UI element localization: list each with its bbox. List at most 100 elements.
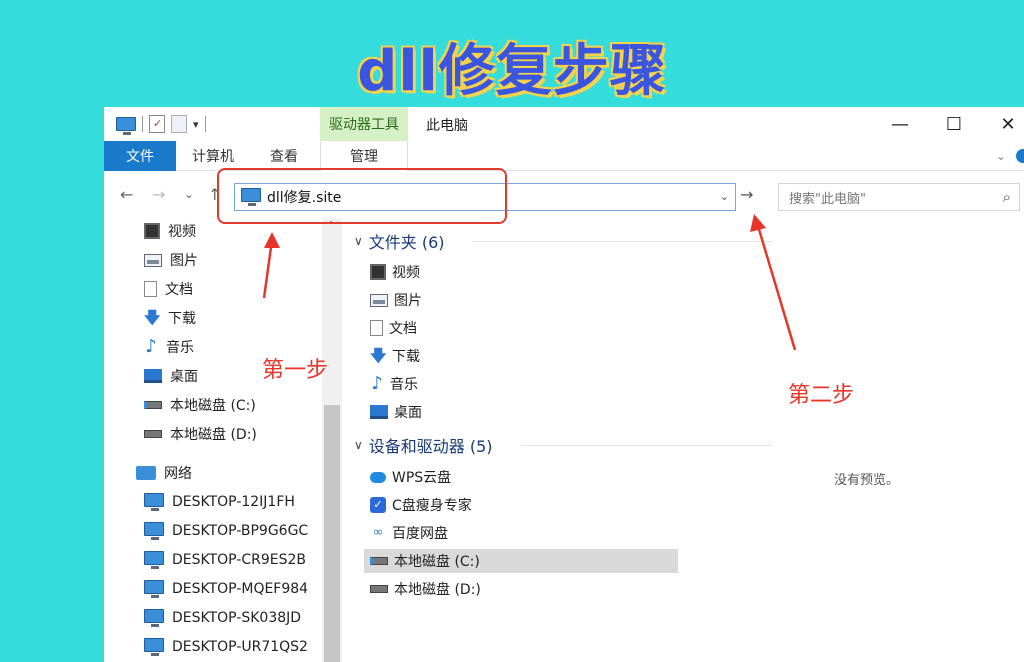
search-icon[interactable]: ⌕: [1003, 188, 1011, 206]
list-item-selected[interactable]: 本地磁盘 (C:): [364, 549, 678, 573]
sidebar-item-computer[interactable]: DESKTOP-UR71QS2: [144, 635, 308, 659]
group-header-label: 文件夹 (6): [368, 233, 445, 252]
properties-icon[interactable]: ✓: [149, 115, 165, 133]
tab-view[interactable]: 查看: [254, 141, 314, 171]
step1-label: 第一步: [262, 358, 329, 383]
item-label: WPS云盘: [392, 470, 452, 486]
tab-computer[interactable]: 计算机: [180, 141, 246, 171]
video-icon: [370, 264, 386, 280]
sidebar-item-music[interactable]: ♪ 音乐: [144, 335, 194, 359]
desktop-icon: [370, 405, 388, 419]
sidebar-item-computer[interactable]: DESKTOP-MQEF984: [144, 577, 308, 601]
go-button[interactable]: →: [740, 185, 753, 204]
title-bar: ✓ ▾ 驱动器工具 此电脑 — ☐ ✕: [104, 107, 1024, 141]
cloud-icon: [370, 471, 386, 483]
item-label: 桌面: [394, 405, 422, 421]
sidebar-item-label: 文档: [165, 282, 193, 298]
list-item[interactable]: 视频: [370, 260, 420, 284]
group-header-label: 设备和驱动器 (5): [368, 437, 493, 456]
pictures-icon: [144, 253, 162, 267]
sidebar-item-drive-c[interactable]: 本地磁盘 (C:): [144, 393, 256, 417]
item-label: 视频: [392, 265, 420, 281]
sidebar-item-label: 音乐: [166, 340, 194, 356]
sidebar-item-drive-d[interactable]: 本地磁盘 (D:): [144, 422, 257, 446]
list-item[interactable]: 本地磁盘 (D:): [370, 577, 481, 601]
list-item[interactable]: ✓ C盘瘦身专家: [370, 493, 472, 517]
sidebar-item-label: DESKTOP-CR9ES2B: [172, 552, 307, 568]
toolbar-separator: [142, 116, 143, 132]
list-item[interactable]: 文档: [370, 316, 417, 340]
back-button[interactable]: ←: [120, 185, 133, 204]
computer-icon: [144, 580, 164, 598]
documents-icon: [144, 281, 157, 297]
folders-group-header[interactable]: ∨ 文件夹 (6): [354, 229, 445, 253]
forward-button[interactable]: →: [152, 185, 165, 204]
expand-ribbon-icon[interactable]: ⌄: [996, 149, 1006, 163]
close-button[interactable]: ✕: [988, 111, 1024, 137]
maximize-button[interactable]: ☐: [934, 111, 974, 137]
sidebar-item-label: DESKTOP-UR71QS2: [172, 639, 308, 655]
address-dropdown-icon[interactable]: ⌄: [720, 190, 729, 203]
minimize-button[interactable]: —: [880, 111, 920, 137]
chevron-down-icon: ∨: [354, 234, 363, 248]
baidu-netdisk-icon: ∞: [372, 525, 384, 540]
sidebar-item-desktop[interactable]: 桌面: [144, 364, 198, 388]
list-item[interactable]: 桌面: [370, 400, 422, 424]
list-item[interactable]: ∞ 百度网盘: [370, 521, 448, 545]
sidebar-item-computer[interactable]: DESKTOP-SK038JD: [144, 606, 301, 630]
item-label: 音乐: [390, 377, 418, 393]
item-label: C盘瘦身专家: [392, 498, 472, 514]
item-label: 本地磁盘 (D:): [394, 582, 481, 598]
computer-icon: [144, 493, 164, 511]
chevron-down-icon: ∨: [354, 438, 363, 452]
nav-scrollbar-thumb[interactable]: [324, 405, 340, 662]
pictures-icon: [370, 293, 388, 307]
recent-locations-button[interactable]: ⌄: [184, 187, 194, 201]
sidebar-item-computer[interactable]: DESKTOP-BP9G6GC: [144, 519, 308, 543]
group-divider: [472, 241, 772, 242]
tab-file[interactable]: 文件: [104, 141, 176, 171]
sidebar-item-network[interactable]: 网络: [136, 461, 192, 485]
list-item[interactable]: ♪ 音乐: [370, 372, 418, 396]
sidebar-item-downloads[interactable]: 🡇 下载: [144, 306, 196, 330]
group-divider: [522, 445, 772, 446]
music-icon: ♪: [145, 336, 157, 357]
sidebar-item-computer[interactable]: DESKTOP-12IJ1FH: [144, 490, 295, 514]
network-icon: [136, 466, 156, 480]
sidebar-item-label: 下载: [168, 311, 196, 327]
sidebar-item-label: DESKTOP-12IJ1FH: [172, 494, 295, 510]
devices-group-header[interactable]: ∨ 设备和驱动器 (5): [354, 433, 493, 457]
customize-toolbar-icon[interactable]: ▾: [193, 118, 199, 131]
drive-tools-context-tab[interactable]: 驱动器工具: [320, 107, 408, 141]
content-pane: ∨ 文件夹 (6) 视频 图片 文档 🡇 下载 ♪ 音乐 桌面 ∨ 设备和驱动器 (5)…: [344, 219, 804, 662]
sidebar-item-label: 图片: [170, 253, 198, 269]
list-item[interactable]: 🡇 下载: [370, 344, 420, 368]
documents-icon: [370, 320, 383, 336]
item-label: 本地磁盘 (C:): [394, 554, 480, 570]
sidebar-item-label: 网络: [164, 466, 192, 482]
search-input[interactable]: 搜索"此电脑" ⌕: [778, 183, 1020, 211]
new-folder-icon[interactable]: [171, 115, 187, 133]
item-label: 图片: [394, 293, 422, 309]
help-icon[interactable]: [1016, 149, 1024, 163]
drive-icon: [144, 430, 162, 438]
sidebar-item-videos[interactable]: 视频: [144, 219, 196, 243]
list-item[interactable]: WPS云盘: [370, 465, 451, 489]
sidebar-item-label: DESKTOP-BP9G6GC: [172, 523, 309, 539]
item-label: 百度网盘: [392, 526, 448, 542]
sidebar-item-documents[interactable]: 文档: [144, 277, 193, 301]
toolbar-separator: [204, 116, 206, 132]
drive-icon: [370, 557, 388, 565]
tab-manage[interactable]: 管理: [320, 141, 408, 171]
sidebar-item-computer[interactable]: DESKTOP-CR9ES2B: [144, 548, 306, 572]
computer-icon: [144, 638, 164, 656]
item-label: 文档: [389, 321, 417, 337]
sidebar-item-label: DESKTOP-SK038JD: [172, 610, 302, 626]
sidebar-item-pictures[interactable]: 图片: [144, 248, 198, 272]
video-icon: [144, 223, 160, 239]
download-icon: 🡇: [370, 346, 387, 365]
drive-icon: [144, 401, 162, 409]
list-item[interactable]: 图片: [370, 288, 422, 312]
search-placeholder: 搜索"此电脑": [789, 191, 866, 207]
navigation-pane: 视频 图片 文档 🡇 下载 ♪ 音乐 桌面 本地磁盘 (C:) 本地磁盘 (D:) …: [104, 219, 344, 662]
